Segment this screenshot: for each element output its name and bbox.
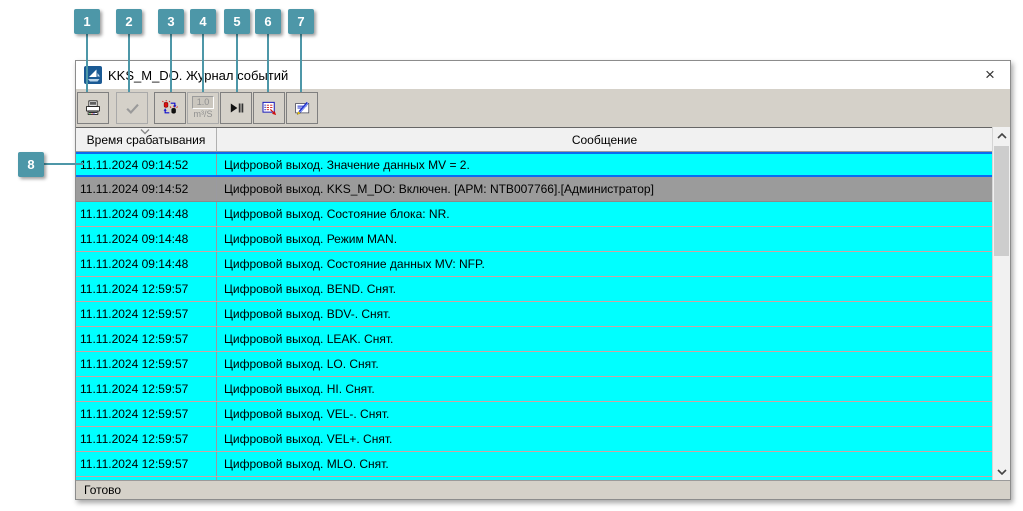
event-message-cell: Цифровой выход. MLO. Снят. <box>224 457 389 471</box>
event-message-cell: Цифровой выход. LEAK. Снят. <box>224 332 394 346</box>
print-button[interactable] <box>77 92 109 124</box>
title-bar: KKS_M_DO. Журнал событий × <box>76 61 1010 89</box>
column-header-time[interactable]: Время срабатывания <box>76 128 217 151</box>
event-message-cell: Цифровой выход. BEND. Снят. <box>224 282 396 296</box>
callout-badge-7: 7 <box>288 9 314 34</box>
table-row[interactable]: 11.11.2024 12:59:57 Цифровой выход. VEL+… <box>76 427 992 452</box>
callout-line-2 <box>128 32 130 92</box>
units-measure: m³/S <box>193 109 213 119</box>
event-list-button[interactable] <box>253 92 285 124</box>
close-icon[interactable]: × <box>976 61 1004 89</box>
event-message-cell: Цифровой выход. Состояние блока: NR. <box>224 207 450 221</box>
callout-badge-1: 1 <box>74 9 100 34</box>
status-text: Готово <box>84 483 122 497</box>
column-header-message[interactable]: Сообщение <box>217 128 992 151</box>
event-message-cell: Цифровой выход. Значение данных MV = 2. <box>224 157 470 172</box>
play-pause-icon <box>230 103 244 113</box>
table-row[interactable]: 11.11.2024 09:14:48 Цифровой выход. Сост… <box>76 202 992 227</box>
callout-badge-6: 6 <box>255 9 281 34</box>
table-row[interactable]: 11.11.2024 12:59:57 Цифровой выход. HI. … <box>76 377 992 402</box>
table-row[interactable]: 11.11.2024 12:59:57 Цифровой выход. BDV-… <box>76 302 992 327</box>
event-time-cell: 11.11.2024 09:14:48 <box>76 227 217 251</box>
scroll-down-button[interactable] <box>993 463 1010 480</box>
event-message-cell: Цифровой выход. VEL-. Снят. <box>224 407 390 421</box>
event-message-cell: Цифровой выход. VEL+. Снят. <box>224 432 393 446</box>
table-row[interactable]: 11.11.2024 12:59:57 Цифровой выход. MLO.… <box>76 452 992 477</box>
event-time-cell: 11.11.2024 09:14:48 <box>76 202 217 226</box>
vertical-scrollbar[interactable] <box>992 127 1010 480</box>
callout-line-8 <box>44 163 84 165</box>
event-time-cell: 11.11.2024 09:14:48 <box>76 252 217 276</box>
callout-line-6 <box>267 32 269 92</box>
callout-line-3 <box>170 32 172 92</box>
sort-indicator-icon <box>140 129 150 135</box>
event-time-cell: 11.11.2024 12:59:57 <box>76 452 217 476</box>
table-body: 11.11.2024 09:14:52 Цифровой выход. Знач… <box>76 152 992 477</box>
callout-line-7 <box>300 32 302 92</box>
chevron-down-icon <box>996 468 1007 475</box>
units-value: 1.0 <box>191 96 215 109</box>
event-time-cell: 11.11.2024 12:59:57 <box>76 427 217 451</box>
callout-line-1 <box>86 32 88 92</box>
event-time-cell: 11.11.2024 09:14:52 <box>76 177 217 201</box>
table-row[interactable]: 11.11.2024 09:14:48 Цифровой выход. Сост… <box>76 252 992 277</box>
table-row[interactable]: 11.11.2024 09:14:48 Цифровой выход. Режи… <box>76 227 992 252</box>
event-message-cell: Цифровой выход. LO. Снят. <box>224 357 379 371</box>
table-row[interactable]: 11.11.2024 12:59:57 Цифровой выход. VEL-… <box>76 402 992 427</box>
edit-note-button[interactable] <box>286 92 318 124</box>
note-edit-icon <box>295 101 310 115</box>
event-time-cell: 11.11.2024 09:14:52 <box>76 154 217 175</box>
alarm-blink-icon <box>162 100 178 114</box>
table-row[interactable]: 11.11.2024 12:59:57 Цифровой выход. LEAK… <box>76 327 992 352</box>
table-row[interactable]: 11.11.2024 12:59:57 Цифровой выход. LO. … <box>76 352 992 377</box>
scrollbar-thumb[interactable] <box>994 146 1009 256</box>
table-header: Время срабатывания Сообщение <box>76 127 992 152</box>
event-time-cell: 11.11.2024 12:59:57 <box>76 277 217 301</box>
event-message-cell: Цифровой выход. BDV-. Снят. <box>224 307 391 321</box>
callout-line-5 <box>236 32 238 92</box>
event-time-cell: 11.11.2024 12:59:57 <box>76 302 217 326</box>
event-time-cell: 11.11.2024 12:59:57 <box>76 377 217 401</box>
event-time-cell: 11.11.2024 12:59:57 <box>76 402 217 426</box>
column-header-message-label: Сообщение <box>571 132 638 147</box>
units-icon: 1.0 m³/S <box>191 96 215 120</box>
window-title: KKS_M_DO. Журнал событий <box>108 67 289 83</box>
event-journal-window: KKS_M_DO. Журнал событий × 1.0 m³/S Врем… <box>75 60 1011 500</box>
acknowledge-button <box>116 92 148 124</box>
event-message-cell: Цифровой выход. KKS_M_DO: Включен. [АРМ:… <box>224 182 654 196</box>
checkmark-icon <box>126 103 139 115</box>
callout-badge-4: 4 <box>190 9 216 34</box>
callout-badge-8: 8 <box>18 152 44 177</box>
event-time-cell: 11.11.2024 12:59:57 <box>76 327 217 351</box>
event-time-cell: 11.11.2024 12:59:57 <box>76 352 217 376</box>
table-row[interactable]: 11.11.2024 12:59:57 Цифровой выход. BEND… <box>76 277 992 302</box>
toggle-blink-button[interactable] <box>154 92 186 124</box>
event-table: Время срабатывания Сообщение 11.11.2024 … <box>76 127 992 480</box>
printer-icon <box>86 100 100 115</box>
pause-resume-button[interactable] <box>220 92 252 124</box>
chevron-up-icon <box>996 132 1007 139</box>
table-row[interactable]: 11.11.2024 09:14:52 Цифровой выход. KKS_… <box>76 177 992 202</box>
scroll-up-button[interactable] <box>993 127 1010 144</box>
event-message-cell: Цифровой выход. Режим MAN. <box>224 232 398 246</box>
table-row[interactable]: 11.11.2024 09:14:52 Цифровой выход. Знач… <box>76 152 992 177</box>
callout-badge-5: 5 <box>224 9 250 34</box>
status-bar: Готово <box>76 480 1010 499</box>
list-export-icon <box>262 101 277 116</box>
units-button: 1.0 m³/S <box>187 92 219 124</box>
callout-badge-3: 3 <box>158 9 184 34</box>
callout-badge-2: 2 <box>116 9 142 34</box>
toolbar: 1.0 m³/S <box>76 89 1010 127</box>
event-message-cell: Цифровой выход. HI. Снят. <box>224 382 375 396</box>
event-message-cell: Цифровой выход. Состояние данных MV: NFP… <box>224 257 485 271</box>
callout-line-4 <box>202 32 204 92</box>
